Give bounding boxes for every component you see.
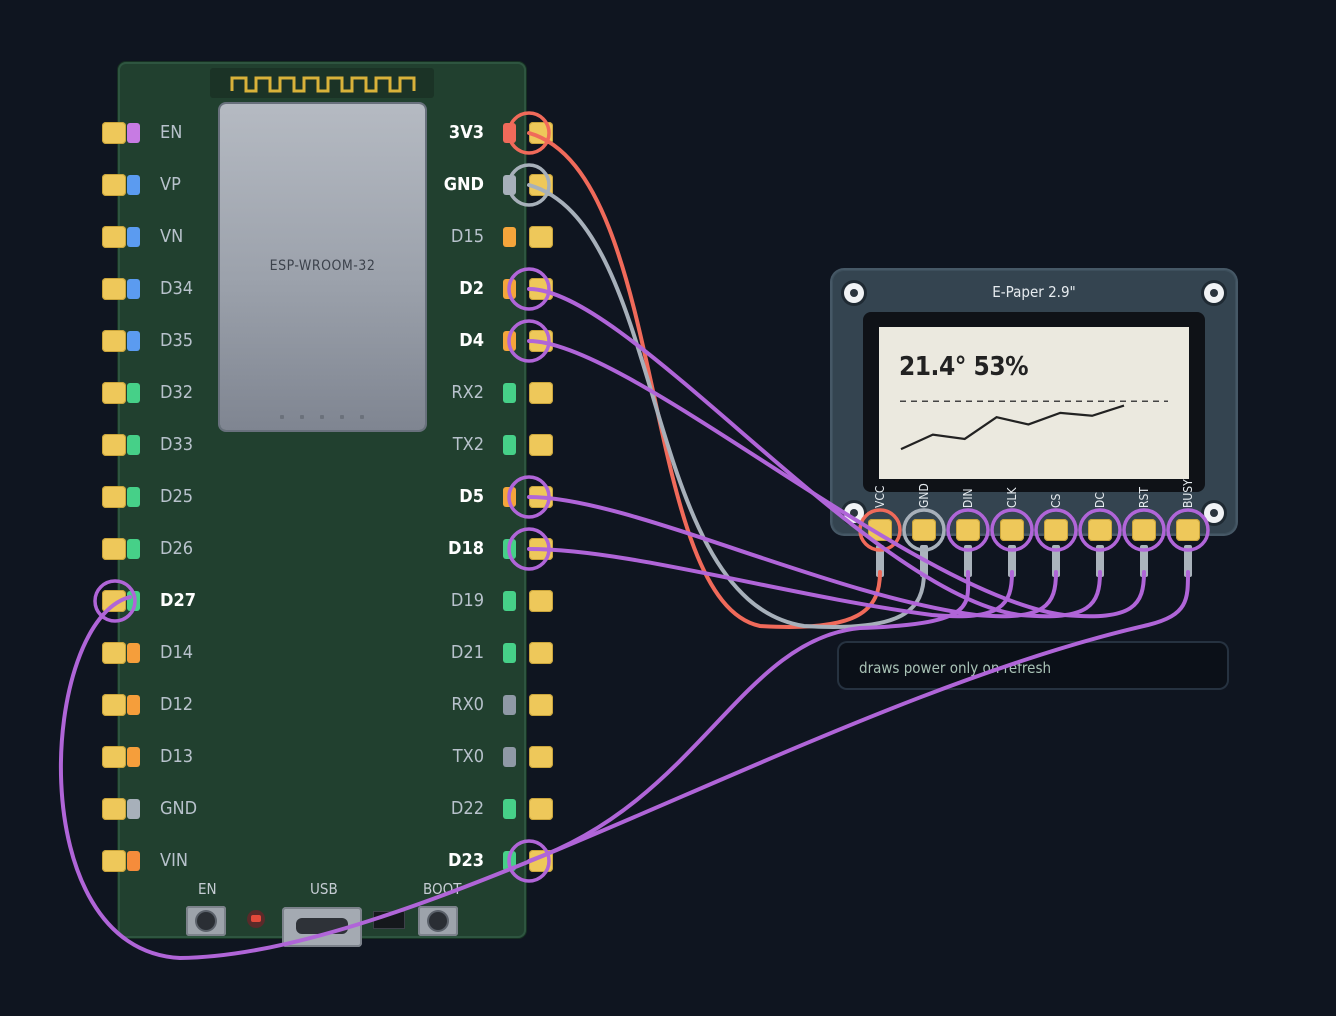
wire-layer xyxy=(58,111,1210,961)
wire-d27-to-busy[interactable] xyxy=(58,570,1190,961)
pin-connection-ring-d27 xyxy=(93,579,137,623)
epaper-connection-ring-busy xyxy=(1166,508,1210,552)
epaper-connection-ring-rst xyxy=(1122,508,1166,552)
wire-d2-to-dc[interactable] xyxy=(527,287,1102,619)
wire-gnd-to-gnd[interactable] xyxy=(527,183,926,629)
wire-d4-to-rst[interactable] xyxy=(527,339,1146,619)
epaper-connection-ring-cs xyxy=(1034,508,1078,552)
epaper-connection-ring-dc xyxy=(1078,508,1122,552)
epaper-connection-ring-gnd xyxy=(902,508,946,552)
epaper-connection-ring-clk xyxy=(990,508,1034,552)
epaper-connection-ring-din xyxy=(946,508,990,552)
